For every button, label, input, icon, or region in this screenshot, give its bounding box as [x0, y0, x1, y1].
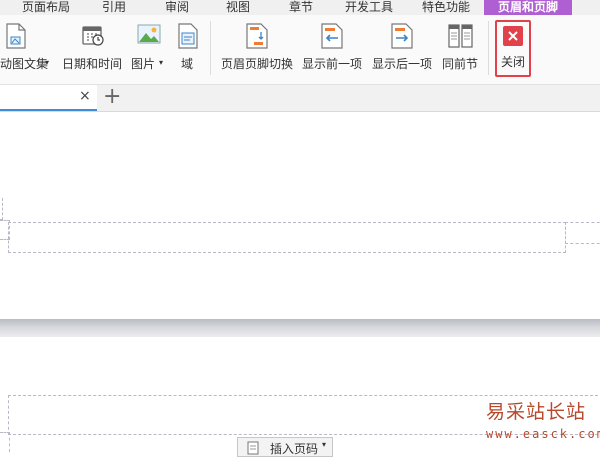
show-previous-label: 显示前一项: [302, 57, 363, 71]
calendar-clock-icon: [82, 26, 104, 46]
toolbar-divider: [488, 21, 489, 75]
document-image-icon: [6, 23, 26, 49]
margin-guide: [0, 432, 10, 452]
tab-special-features[interactable]: 特色功能: [422, 0, 470, 15]
ribbon-toolbar: 动图文集 ▾ 日期和时间 图片 ▾ 域 页眉页脚切换 显示前一项 显示后一项 同…: [0, 15, 600, 85]
picture-label: 图片: [131, 57, 156, 71]
close-header-footer-button[interactable]: 关闭: [495, 20, 531, 77]
same-as-previous-icon: [448, 24, 473, 48]
tab-header-footer[interactable]: 页眉和页脚: [484, 0, 573, 15]
document-page: [0, 112, 600, 319]
field-label: 域: [181, 57, 194, 71]
chevron-down-icon: ▾: [45, 58, 50, 67]
tab-developer-tools[interactable]: 开发工具: [345, 0, 393, 15]
next-item-icon: [391, 23, 413, 49]
chevron-down-icon: ▾: [159, 58, 164, 67]
field-icon: [178, 23, 198, 49]
same-as-previous-button[interactable]: 同前节: [442, 15, 480, 84]
switch-header-footer-button[interactable]: 页眉页脚切换: [221, 15, 295, 84]
field-button[interactable]: 域: [176, 15, 200, 84]
picture-icon: [137, 24, 161, 44]
footer-area[interactable]: [8, 222, 566, 253]
animated-image-text-label: 动图文集: [0, 57, 49, 71]
tab-references[interactable]: 引用: [102, 0, 126, 15]
switch-header-footer-label: 页眉页脚切换: [221, 57, 294, 71]
tab-section[interactable]: 章节: [289, 0, 313, 15]
page-icon: [247, 441, 259, 455]
menu-tab-bar: 页面布局 引用 审阅 视图 章节 开发工具 特色功能 页眉和页脚: [0, 0, 600, 15]
tab-page-layout[interactable]: 页面布局: [22, 0, 70, 15]
show-previous-button[interactable]: 显示前一项: [302, 15, 364, 84]
page-margin-corner: [0, 198, 3, 220]
close-icon: [503, 26, 523, 46]
header-footer-switch-icon: [246, 23, 268, 49]
tab-view[interactable]: 视图: [226, 0, 250, 15]
toolbar-divider: [210, 21, 211, 75]
new-tab-button[interactable]: +: [103, 85, 121, 109]
insert-page-number-label: 插入页码: [270, 442, 319, 456]
chevron-down-icon: ▾: [322, 440, 327, 449]
picture-button[interactable]: 图片 ▾: [131, 15, 169, 84]
previous-item-icon: [321, 23, 343, 49]
watermark-url: www.easck.com: [486, 427, 600, 441]
insert-page-number-button[interactable]: 插入页码 ▾: [237, 437, 333, 457]
show-next-label: 显示后一项: [372, 57, 433, 71]
document-tab[interactable]: ×: [0, 85, 97, 111]
document-tab-bar: × +: [0, 85, 600, 112]
same-as-previous-label: 同前节: [442, 57, 479, 71]
tab-review[interactable]: 审阅: [165, 0, 189, 15]
margin-guide: [565, 222, 600, 244]
date-time-button[interactable]: 日期和时间: [62, 15, 124, 84]
page-gap: [0, 319, 600, 337]
date-time-label: 日期和时间: [62, 57, 123, 71]
watermark-text: 易采站长站: [486, 401, 587, 423]
animated-image-text-button[interactable]: 动图文集 ▾: [0, 15, 54, 84]
close-label: 关闭: [501, 55, 526, 69]
close-tab-icon[interactable]: ×: [79, 88, 91, 104]
show-next-button[interactable]: 显示后一项: [372, 15, 434, 84]
